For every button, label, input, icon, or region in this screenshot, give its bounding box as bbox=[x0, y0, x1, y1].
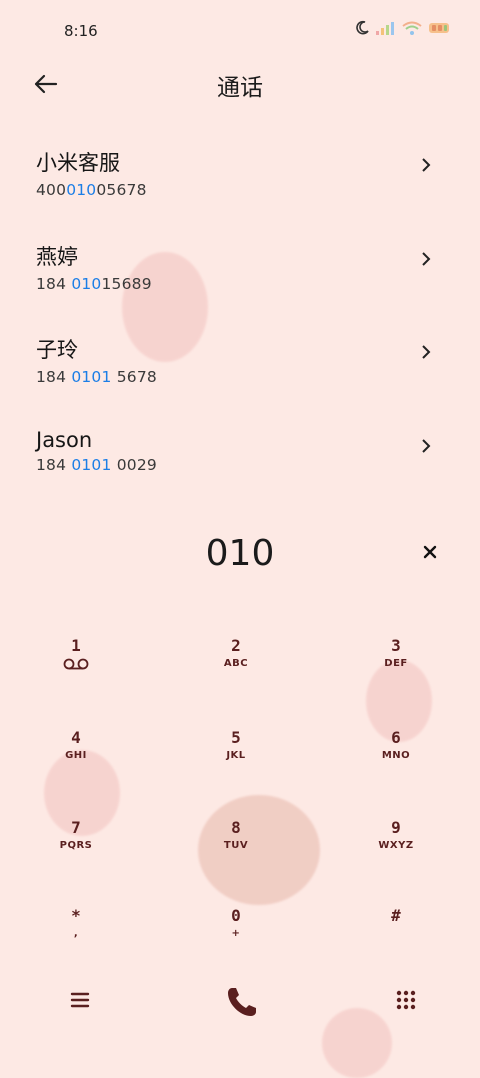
contact-number: 184 0101 0029 bbox=[36, 456, 157, 474]
dialed-number: 010 bbox=[205, 533, 275, 574]
status-time: 8:16 bbox=[64, 22, 98, 40]
dial-key-4[interactable]: 4 GHI bbox=[26, 728, 126, 788]
dial-key-0[interactable]: 0 + bbox=[186, 906, 286, 966]
chevron-right-icon[interactable] bbox=[418, 342, 434, 362]
dial-key-8[interactable]: 8 TUV bbox=[186, 818, 286, 878]
contact-name: Jason bbox=[36, 428, 93, 452]
dial-key-7[interactable]: 7 PQRS bbox=[26, 818, 126, 878]
battery-icon bbox=[429, 23, 449, 33]
chevron-right-icon[interactable] bbox=[418, 155, 434, 175]
dial-key-star[interactable]: * , bbox=[26, 906, 126, 966]
dial-key-3[interactable]: 3 DEF bbox=[346, 636, 446, 696]
signal-icon bbox=[376, 22, 394, 35]
dial-key-5[interactable]: 5 JKL bbox=[186, 728, 286, 788]
contact-name: 燕婷 bbox=[36, 245, 78, 269]
phone-icon[interactable] bbox=[224, 984, 260, 1020]
close-icon[interactable] bbox=[420, 542, 440, 562]
dial-key-9[interactable]: 9 WXYZ bbox=[346, 818, 446, 878]
wifi-icon bbox=[402, 21, 422, 35]
contact-number: 184 0101 5678 bbox=[36, 368, 157, 386]
contact-name: 子玲 bbox=[36, 338, 78, 362]
dialpad-icon[interactable] bbox=[396, 990, 416, 1010]
chevron-right-icon[interactable] bbox=[418, 436, 434, 456]
dial-key-hash[interactable]: # bbox=[346, 906, 446, 966]
header: 通话 bbox=[0, 60, 480, 108]
moon-icon bbox=[356, 20, 369, 35]
contact-number: 184 01015689 bbox=[36, 275, 152, 293]
chevron-right-icon[interactable] bbox=[418, 249, 434, 269]
dial-key-1[interactable]: 1 bbox=[26, 636, 126, 696]
contact-name: 小米客服 bbox=[36, 151, 120, 175]
dial-key-6[interactable]: 6 MNO bbox=[346, 728, 446, 788]
menu-icon[interactable] bbox=[70, 990, 90, 1010]
page-title: 通话 bbox=[217, 75, 263, 101]
status-bar: 8:16 bbox=[0, 0, 480, 60]
contact-item[interactable]: Jason 184 0101 0029 bbox=[36, 428, 446, 498]
contact-item[interactable]: 燕婷 184 01015689 bbox=[36, 241, 446, 311]
strawberry-decoration-icon bbox=[322, 1008, 392, 1078]
dial-key-2[interactable]: 2 ABC bbox=[186, 636, 286, 696]
contact-number: 40001005678 bbox=[36, 181, 147, 199]
voicemail-icon bbox=[63, 658, 89, 670]
contact-item[interactable]: 小米客服 40001005678 bbox=[36, 147, 446, 217]
contact-item[interactable]: 子玲 184 0101 5678 bbox=[36, 334, 446, 404]
status-icons bbox=[354, 20, 452, 36]
